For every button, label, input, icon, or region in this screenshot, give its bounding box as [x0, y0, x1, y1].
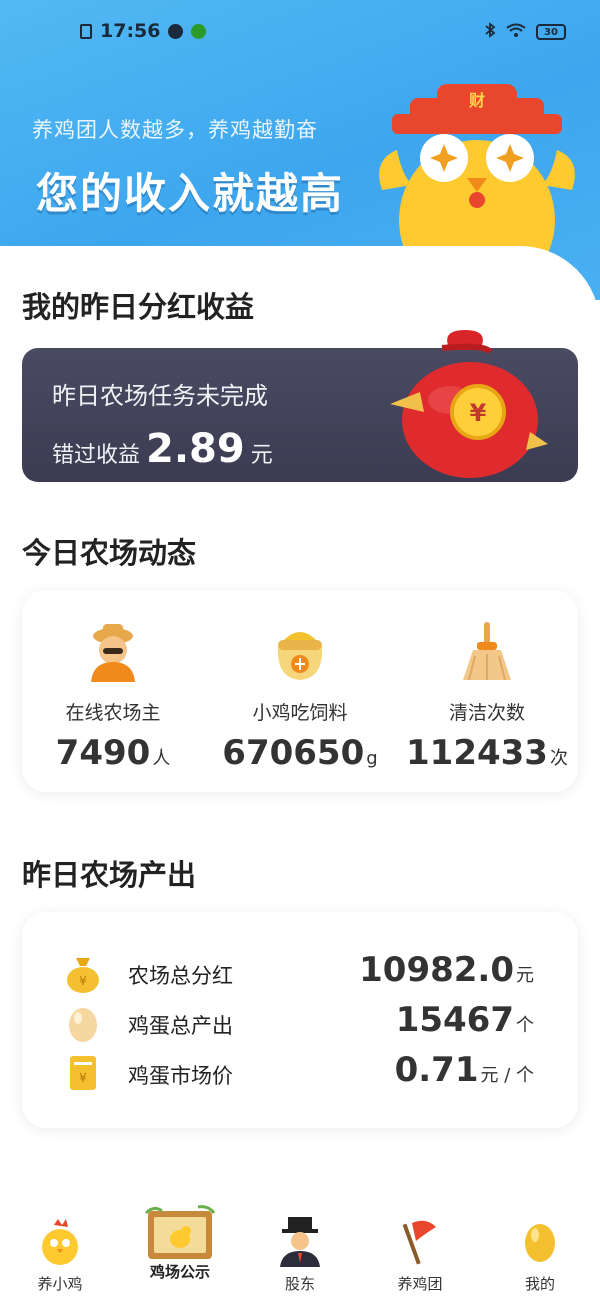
output-row-total-bonus: ¥ 农场总分红 10982.0 元: [22, 950, 578, 1000]
tab-label: 我的: [524, 1275, 555, 1293]
stat-value: 670650 g: [210, 733, 390, 773]
output-unit: 元 / 个: [480, 1065, 534, 1086]
output-unit: 个: [516, 1015, 534, 1036]
missed-earnings-label: 错过收益: [52, 443, 141, 468]
stat-value: 112433 次: [397, 733, 577, 773]
tab-label: 养鸡团: [397, 1275, 443, 1293]
output-number: 15467: [395, 1000, 514, 1040]
section-title-today-farm: 今日农场动态: [22, 536, 197, 570]
svg-text:¥: ¥: [79, 974, 87, 988]
rich-chick-mascot-icon: 财: [379, 84, 575, 260]
section-title-yesterday-bonus: 我的昨日分红收益: [22, 290, 255, 324]
red-flag-icon: [402, 1220, 436, 1265]
output-value: 15467 个: [396, 1000, 534, 1040]
battery-icon: 30: [536, 24, 566, 40]
wechat-icon: [191, 23, 207, 39]
farmer-icon: [91, 624, 135, 682]
file-icon: [80, 23, 92, 39]
stat-label: 在线农场主: [65, 702, 161, 724]
output-label: 鸡蛋总产出: [128, 1014, 233, 1038]
output-unit: 元: [516, 965, 534, 986]
stat-number: 7490: [55, 733, 151, 773]
tab-farm-notice[interactable]: 鸡场公示: [130, 1195, 230, 1295]
output-value: 10982.0 元: [359, 950, 534, 990]
output-number: 10982.0: [359, 950, 514, 990]
bluetooth-icon: [484, 22, 496, 42]
wifi-icon: [506, 23, 526, 42]
bottom-tab-bar: 养小鸡 鸡场公示 股东 养鸡团 我的: [0, 1195, 600, 1301]
stat-clean-count: 清洁次数 112433 次: [397, 620, 577, 773]
tab-chick-team[interactable]: 养鸡团: [370, 1195, 470, 1295]
stat-label: 小鸡吃饲料: [252, 702, 348, 724]
output-label: 农场总分红: [128, 964, 233, 988]
hat-char: 财: [468, 91, 485, 110]
task-incomplete-text: 昨日农场任务未完成: [52, 382, 268, 410]
money-bag-icon: ¥: [390, 330, 548, 478]
stat-number: 112433: [406, 733, 548, 773]
price-tag-icon: ¥: [70, 1056, 96, 1090]
output-row-egg-price: ¥ 鸡蛋市场价 0.71 元 / 个: [22, 1050, 578, 1100]
notice-board-icon: [144, 1205, 216, 1259]
tab-label: 股东: [284, 1275, 315, 1293]
yesterday-output-card: ¥ 农场总分红 10982.0 元 鸡蛋总产出 15467 个 ¥ 鸡蛋市场价 0.…: [22, 912, 578, 1128]
missed-earnings: 错过收益 2.89 元: [52, 426, 273, 472]
stat-value: 7490 人: [23, 733, 203, 773]
golden-egg-icon: [525, 1224, 555, 1262]
egg-icon: [69, 1008, 97, 1042]
tab-me[interactable]: 我的: [490, 1195, 590, 1295]
stat-number: 670650: [222, 733, 365, 773]
hero-subtitle: 养鸡团人数越多，养鸡越勤奋: [32, 118, 318, 142]
gold-bag-icon: ¥: [67, 958, 99, 993]
stat-unit: 人: [152, 748, 171, 769]
output-row-egg-total: 鸡蛋总产出 15467 个: [22, 1000, 578, 1050]
tab-raise-chick[interactable]: 养小鸡: [10, 1195, 110, 1295]
missed-earnings-amount: 2.89: [146, 426, 245, 472]
stat-unit: g: [366, 748, 378, 769]
stat-unit: 次: [549, 748, 568, 769]
hero-title: 您的收入就越高: [36, 169, 345, 218]
feed-sack-icon: [277, 632, 323, 680]
output-number: 0.71: [394, 1050, 479, 1090]
stat-label: 清洁次数: [448, 702, 525, 724]
broom-icon: [463, 622, 511, 681]
tab-shareholder[interactable]: 股东: [250, 1195, 350, 1295]
stat-online-owners: 在线农场主 7490 人: [23, 620, 203, 773]
status-bar: 17:56 30: [0, 20, 600, 48]
section-title-yesterday-output: 昨日农场产出: [22, 858, 197, 892]
app-notification-icon: [168, 23, 184, 39]
output-label: 鸡蛋市场价: [128, 1064, 233, 1088]
svg-text:¥: ¥: [79, 1071, 87, 1085]
shareholder-icon: [280, 1217, 320, 1267]
stat-chick-feed: 小鸡吃饲料 670650 g: [210, 620, 390, 773]
yen-symbol: ¥: [470, 399, 487, 427]
today-farm-card: 在线农场主 7490 人 小鸡吃饲料 670650 g 清洁次数 112433 次: [22, 590, 578, 792]
output-value: 0.71 元 / 个: [395, 1050, 534, 1090]
status-time: 17:56: [100, 20, 161, 42]
tab-label: 养小鸡: [37, 1275, 83, 1293]
missed-earnings-unit: 元: [250, 443, 273, 468]
chick-tab-icon: [42, 1219, 78, 1265]
